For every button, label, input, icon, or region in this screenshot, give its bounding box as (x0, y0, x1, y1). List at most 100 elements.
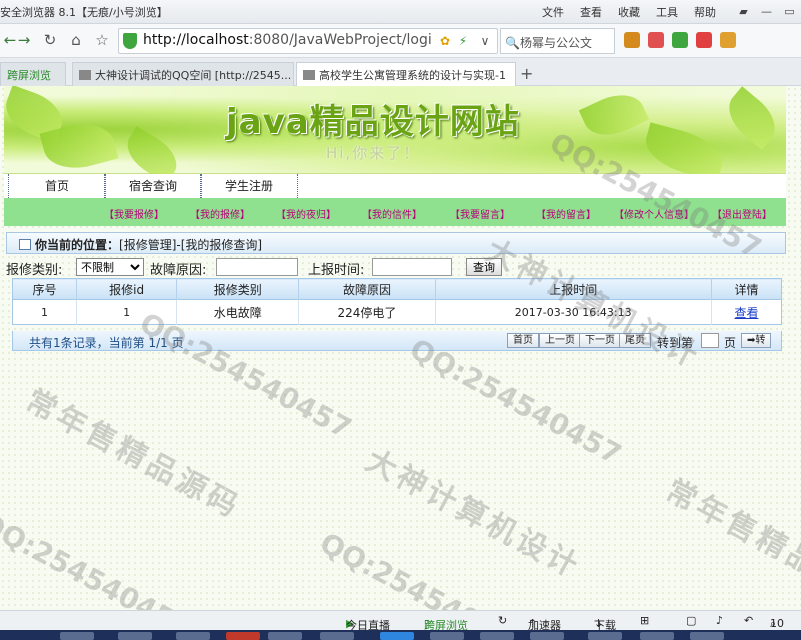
link-leave-message[interactable]: 【我要留言】 (450, 206, 510, 221)
leaf-decoration (578, 86, 650, 145)
last-page-button[interactable]: 尾页 (619, 333, 651, 348)
tab-qq-space[interactable]: 大神设计调试的QQ空间 [http://2545...× (72, 62, 294, 86)
taskbar-app[interactable] (176, 632, 210, 640)
user-sub-nav: 【我要报修】 【我的报修】 【我的夜归】 【我的信件】 【我要留言】 【我的留言… (4, 198, 786, 226)
menu-favorites[interactable]: 收藏 (618, 4, 640, 20)
extension-icon[interactable] (648, 32, 664, 48)
nav-home[interactable]: 首页 (8, 174, 106, 198)
cell-id: 1 (76, 299, 178, 325)
taskbar-app[interactable] (530, 632, 564, 640)
col-header: 上报时间 (435, 278, 712, 300)
minimize-button[interactable]: — (755, 0, 778, 22)
cell-type: 水电故障 (176, 299, 300, 325)
link-submit-repair[interactable]: 【我要报修】 (104, 206, 164, 221)
table-row: 1 1 水电故障 224停电了 2017-03-30 16:43:13 查看 (12, 299, 782, 325)
extension-icon[interactable] (696, 32, 712, 48)
watermark-text: 大神计算机设计 (359, 443, 587, 586)
col-header: 报修类别 (176, 278, 300, 300)
volume-icon[interactable]: ♪ (716, 614, 723, 627)
link-my-late-return[interactable]: 【我的夜归】 (276, 206, 336, 221)
forward-arrow-icon[interactable]: → (14, 30, 34, 50)
record-count: 共有1条记录，当前第 1/1 页 (29, 336, 184, 350)
taskbar-app[interactable] (690, 632, 724, 640)
taskbar-app[interactable] (60, 632, 94, 640)
address-bar[interactable]: http://localhost:8080/JavaWebProject/log… (118, 28, 498, 54)
site-title: java精品设计网站 (226, 102, 520, 142)
maximize-button[interactable]: ▭ (778, 0, 801, 22)
extension-icon[interactable] (672, 32, 688, 48)
prev-page-button[interactable]: 上一页 (539, 333, 581, 348)
taskbar-app[interactable] (588, 632, 622, 640)
link-my-repairs[interactable]: 【我的报修】 (190, 206, 250, 221)
taskbar-app[interactable] (380, 632, 414, 640)
goto-page-input[interactable] (701, 333, 719, 348)
taskbar-app[interactable] (226, 632, 260, 640)
home-icon[interactable]: ⌂ (66, 30, 86, 50)
star-icon[interactable]: ☆ (92, 30, 112, 50)
query-button[interactable]: 查询 (466, 258, 502, 276)
col-header: 故障原因 (298, 278, 436, 300)
cell-time: 2017-03-30 16:43:13 (435, 299, 712, 325)
fault-reason-input[interactable] (216, 258, 298, 276)
compat-mode-icon[interactable]: ✿ (437, 33, 453, 49)
repair-type-label: 报修类别: (6, 263, 63, 278)
new-tab-icon[interactable]: + (520, 64, 533, 83)
link-edit-profile[interactable]: 【修改个人信息】 (614, 206, 694, 221)
menu-tools[interactable]: 工具 (656, 4, 678, 20)
tab-bar: 跨屏浏览 大神设计调试的QQ空间 [http://2545...× 高校学生公寓… (0, 58, 801, 86)
window-controls: ▰ — ▭ (732, 0, 801, 22)
menu-file[interactable]: 文件 (542, 4, 564, 20)
next-page-button[interactable]: 下一页 (579, 333, 621, 348)
cell-no: 1 (12, 299, 78, 325)
browser-menu: 文件 查看 收藏 工具 帮助 (542, 4, 732, 20)
link-my-messages[interactable]: 【我的留言】 (536, 206, 596, 221)
tab-dorm-system[interactable]: 高校学生公寓管理系统的设计与实现-1 (296, 62, 516, 86)
link-logout[interactable]: 【退出登陆】 (712, 206, 772, 221)
taskbar-app[interactable] (480, 632, 514, 640)
report-time-label: 上报时间: (308, 263, 365, 278)
repair-type-select[interactable]: 不限制 (76, 258, 144, 276)
taskbar-app[interactable] (320, 632, 354, 640)
table-header-row: 序号 报修id 报修类别 故障原因 上报时间 详情 (12, 278, 782, 300)
view-detail-link[interactable]: 查看 (734, 306, 758, 320)
menu-view[interactable]: 查看 (580, 4, 602, 20)
report-time-input[interactable] (372, 258, 452, 276)
location-label: 你当前的位置： (35, 238, 120, 252)
leaf-decoration (640, 122, 728, 182)
extension-icon[interactable] (720, 32, 736, 48)
menu-help[interactable]: 帮助 (694, 4, 716, 20)
watermark-text: QQ:254540457 (404, 332, 627, 472)
watermark-text: QQ:254540457 (134, 306, 357, 446)
location-path: [报修管理]-[我的报修查询] (119, 238, 263, 252)
screen-icon[interactable]: ▢ (686, 614, 696, 627)
taskbar-app[interactable] (430, 632, 464, 640)
extension-icon[interactable] (624, 32, 640, 48)
taskbar-app[interactable] (118, 632, 152, 640)
nav-student-register[interactable]: 学生注册 (200, 174, 298, 198)
col-header: 详情 (711, 278, 782, 300)
security-shield-icon (123, 33, 137, 49)
nav-dorm-query[interactable]: 宿舍查询 (104, 174, 202, 198)
first-page-button[interactable]: 首页 (507, 333, 539, 348)
speed-icon[interactable]: ⚡ (455, 33, 471, 49)
tab-cross-screen[interactable]: 跨屏浏览 (0, 62, 66, 86)
search-input[interactable]: 🔍杨幂与公公文 (500, 28, 615, 54)
site-slogan: Hi,你来了！ (326, 144, 421, 162)
page-unit-label: 页 (724, 336, 737, 350)
search-icon: 🔍 (505, 36, 520, 50)
os-taskbar (0, 630, 801, 640)
skin-icon[interactable]: ▰ (732, 0, 755, 22)
undo-icon[interactable]: ↶ (744, 614, 753, 627)
dropdown-chevron-icon[interactable]: ∨ (477, 33, 493, 49)
view-icon[interactable]: ⊞ (640, 614, 649, 627)
pagination: 共有1条记录，当前第 1/1 页 首页 上一页 下一页 尾页 转到第 页 ➡转 (12, 331, 782, 351)
url-text[interactable]: http://localhost:8080/JavaWebProject/log… (143, 32, 433, 48)
sync-icon[interactable]: ↻ (498, 614, 507, 627)
taskbar-app[interactable] (640, 632, 674, 640)
browser-title: 安全浏览器 8.1【无痕/小号浏览】 (0, 6, 168, 19)
taskbar-app[interactable] (268, 632, 302, 640)
refresh-icon[interactable]: ↻ (40, 30, 60, 50)
link-my-letters[interactable]: 【我的信件】 (362, 206, 422, 221)
goto-button[interactable]: ➡转 (741, 333, 772, 348)
watermark-text: 常年售精品源码 (19, 383, 247, 526)
